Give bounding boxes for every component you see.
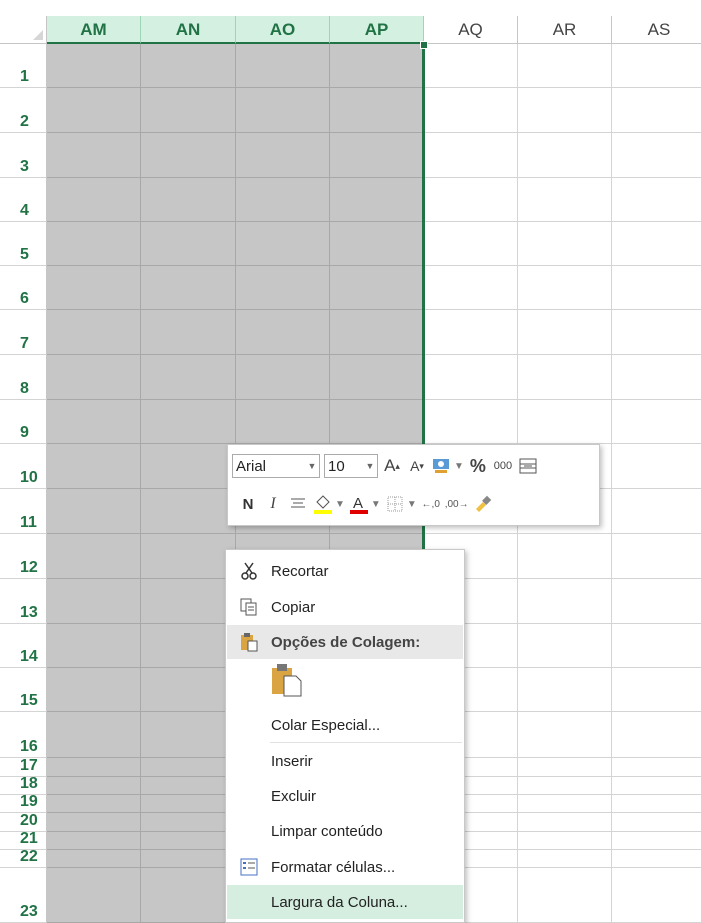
row-header-2[interactable]: 2 (0, 88, 47, 133)
row-header-16[interactable]: 16 (0, 712, 47, 758)
menu-section-paste-options: Opções de Colagem: (227, 625, 463, 659)
row-gridline-selected (47, 354, 424, 355)
borders-icon[interactable] (384, 491, 406, 517)
cell-column-am[interactable] (47, 44, 141, 923)
menu-item-label: Formatar células... (271, 858, 396, 876)
row-header-14[interactable]: 14 (0, 624, 47, 668)
row-gridline-selected (47, 177, 424, 178)
column-header-an[interactable]: AN (141, 16, 236, 44)
font-size-box[interactable]: 10 ▼ (324, 454, 378, 478)
percent-style-button[interactable]: % (467, 453, 489, 479)
format-table-icon[interactable] (517, 453, 539, 479)
align-center-icon[interactable] (287, 491, 309, 517)
context-menu: Recortar Copiar Opções de Colagem: Colar… (225, 549, 465, 923)
menu-item-label: Limpar conteúdo (271, 822, 383, 840)
row-header-5[interactable]: 5 (0, 222, 47, 266)
column-header-ao[interactable]: AO (236, 16, 330, 44)
bold-button[interactable]: N (237, 491, 259, 517)
menu-separator (270, 742, 462, 743)
row-gridline-selected (47, 533, 424, 534)
column-header-ar[interactable]: AR (518, 16, 612, 44)
row-header-4[interactable]: 4 (0, 178, 47, 222)
fill-color-icon[interactable] (312, 491, 334, 517)
cell-column-as[interactable] (612, 44, 701, 923)
paste-icon[interactable] (270, 662, 304, 700)
menu-item-format-cells[interactable]: Formatar células... (227, 850, 463, 884)
mini-toolbar-row-1: Arial ▼ 10 ▼ A ▴ A ▾ ▼ % 000 (232, 451, 539, 481)
font-color-icon[interactable]: A (348, 491, 370, 517)
row-header-1[interactable]: 1 (0, 44, 47, 88)
font-shrink-icon[interactable]: A ▾ (406, 453, 428, 479)
menu-item-delete[interactable]: Excluir (227, 779, 463, 813)
format-cells-icon (227, 858, 271, 876)
row-gridline-selected (47, 221, 424, 222)
row-header-7[interactable]: 7 (0, 310, 47, 355)
accounting-format-icon[interactable] (431, 453, 453, 479)
menu-item-label: Largura da Coluna... (271, 893, 408, 911)
row-header-6[interactable]: 6 (0, 266, 47, 310)
menu-item-paste-special[interactable]: Colar Especial... (227, 708, 463, 742)
menu-item-copy[interactable]: Copiar (227, 590, 463, 624)
row-header-3[interactable]: 3 (0, 133, 47, 178)
column-header-as[interactable]: AS (612, 16, 701, 44)
column-header-ap[interactable]: AP (330, 16, 424, 44)
chevron-down-icon[interactable]: ▼ (305, 461, 319, 471)
paste-options-icon (227, 632, 271, 652)
thousands-separator-button[interactable]: 000 (492, 453, 514, 479)
row-header-19[interactable]: 19 (0, 793, 47, 813)
chevron-down-icon[interactable]: ▼ (407, 499, 417, 510)
menu-item-label: Inserir (271, 752, 313, 770)
row-header-15[interactable]: 15 (0, 668, 47, 712)
menu-item-clear-contents[interactable]: Limpar conteúdo (227, 814, 463, 848)
decrease-decimal-icon[interactable]: ,00→ (445, 491, 469, 517)
menu-item-label: Colar Especial... (271, 716, 381, 734)
menu-item-insert[interactable]: Inserir (227, 744, 463, 778)
row-header-9[interactable]: 9 (0, 400, 47, 444)
mini-toolbar-row-2: N I ▼ A ▼ ▼ ←,0 ,00→ (232, 489, 494, 519)
chevron-down-icon[interactable]: ▼ (371, 499, 381, 510)
font-name-value: Arial (236, 457, 267, 475)
italic-button[interactable]: I (262, 491, 284, 517)
row-header-12[interactable]: 12 (0, 534, 47, 579)
chevron-down-icon[interactable]: ▼ (335, 499, 345, 510)
svg-text:A: A (353, 495, 363, 512)
font-grow-icon[interactable]: A ▴ (381, 453, 403, 479)
menu-item-label: Recortar (271, 562, 329, 580)
row-header-13[interactable]: 13 (0, 579, 47, 624)
row-header-11[interactable]: 11 (0, 489, 47, 534)
menu-item-label: Excluir (271, 787, 317, 805)
font-size-value: 10 (328, 457, 345, 475)
cell-column-an[interactable] (141, 44, 236, 923)
column-header-aq[interactable]: AQ (424, 16, 518, 44)
fill-handle[interactable] (420, 41, 428, 49)
column-header-am[interactable]: AM (47, 16, 141, 44)
row-header-10[interactable]: 10 (0, 444, 47, 489)
row-header-8[interactable]: 8 (0, 355, 47, 400)
row-gridline-selected (47, 132, 424, 133)
menu-item-column-width[interactable]: Largura da Coluna... (227, 885, 463, 919)
select-all-corner[interactable] (0, 16, 47, 44)
menu-item-label: Opções de Colagem: (271, 633, 421, 651)
font-name-box[interactable]: Arial ▼ (232, 454, 320, 478)
menu-item-cut[interactable]: Recortar (227, 554, 463, 588)
row-gridline-selected (47, 265, 424, 266)
row-header-23[interactable]: 23 (0, 868, 47, 923)
row-gridline-selected (47, 309, 424, 310)
row-header-22[interactable]: 22 (0, 848, 47, 868)
mini-toolbar: Arial ▼ 10 ▼ A ▴ A ▾ ▼ % 000 N I ▼ A ▼ ▼… (227, 444, 600, 526)
row-gridline-selected (47, 399, 424, 400)
copy-icon (227, 598, 271, 616)
menu-item-label: Copiar (271, 598, 316, 616)
scissors-icon (227, 561, 271, 581)
chevron-down-icon[interactable]: ▼ (363, 461, 377, 471)
increase-decimal-icon[interactable]: ←,0 (420, 491, 442, 517)
chevron-down-icon[interactable]: ▼ (454, 461, 464, 472)
format-painter-icon[interactable] (472, 491, 494, 517)
row-gridline-selected (47, 87, 424, 88)
